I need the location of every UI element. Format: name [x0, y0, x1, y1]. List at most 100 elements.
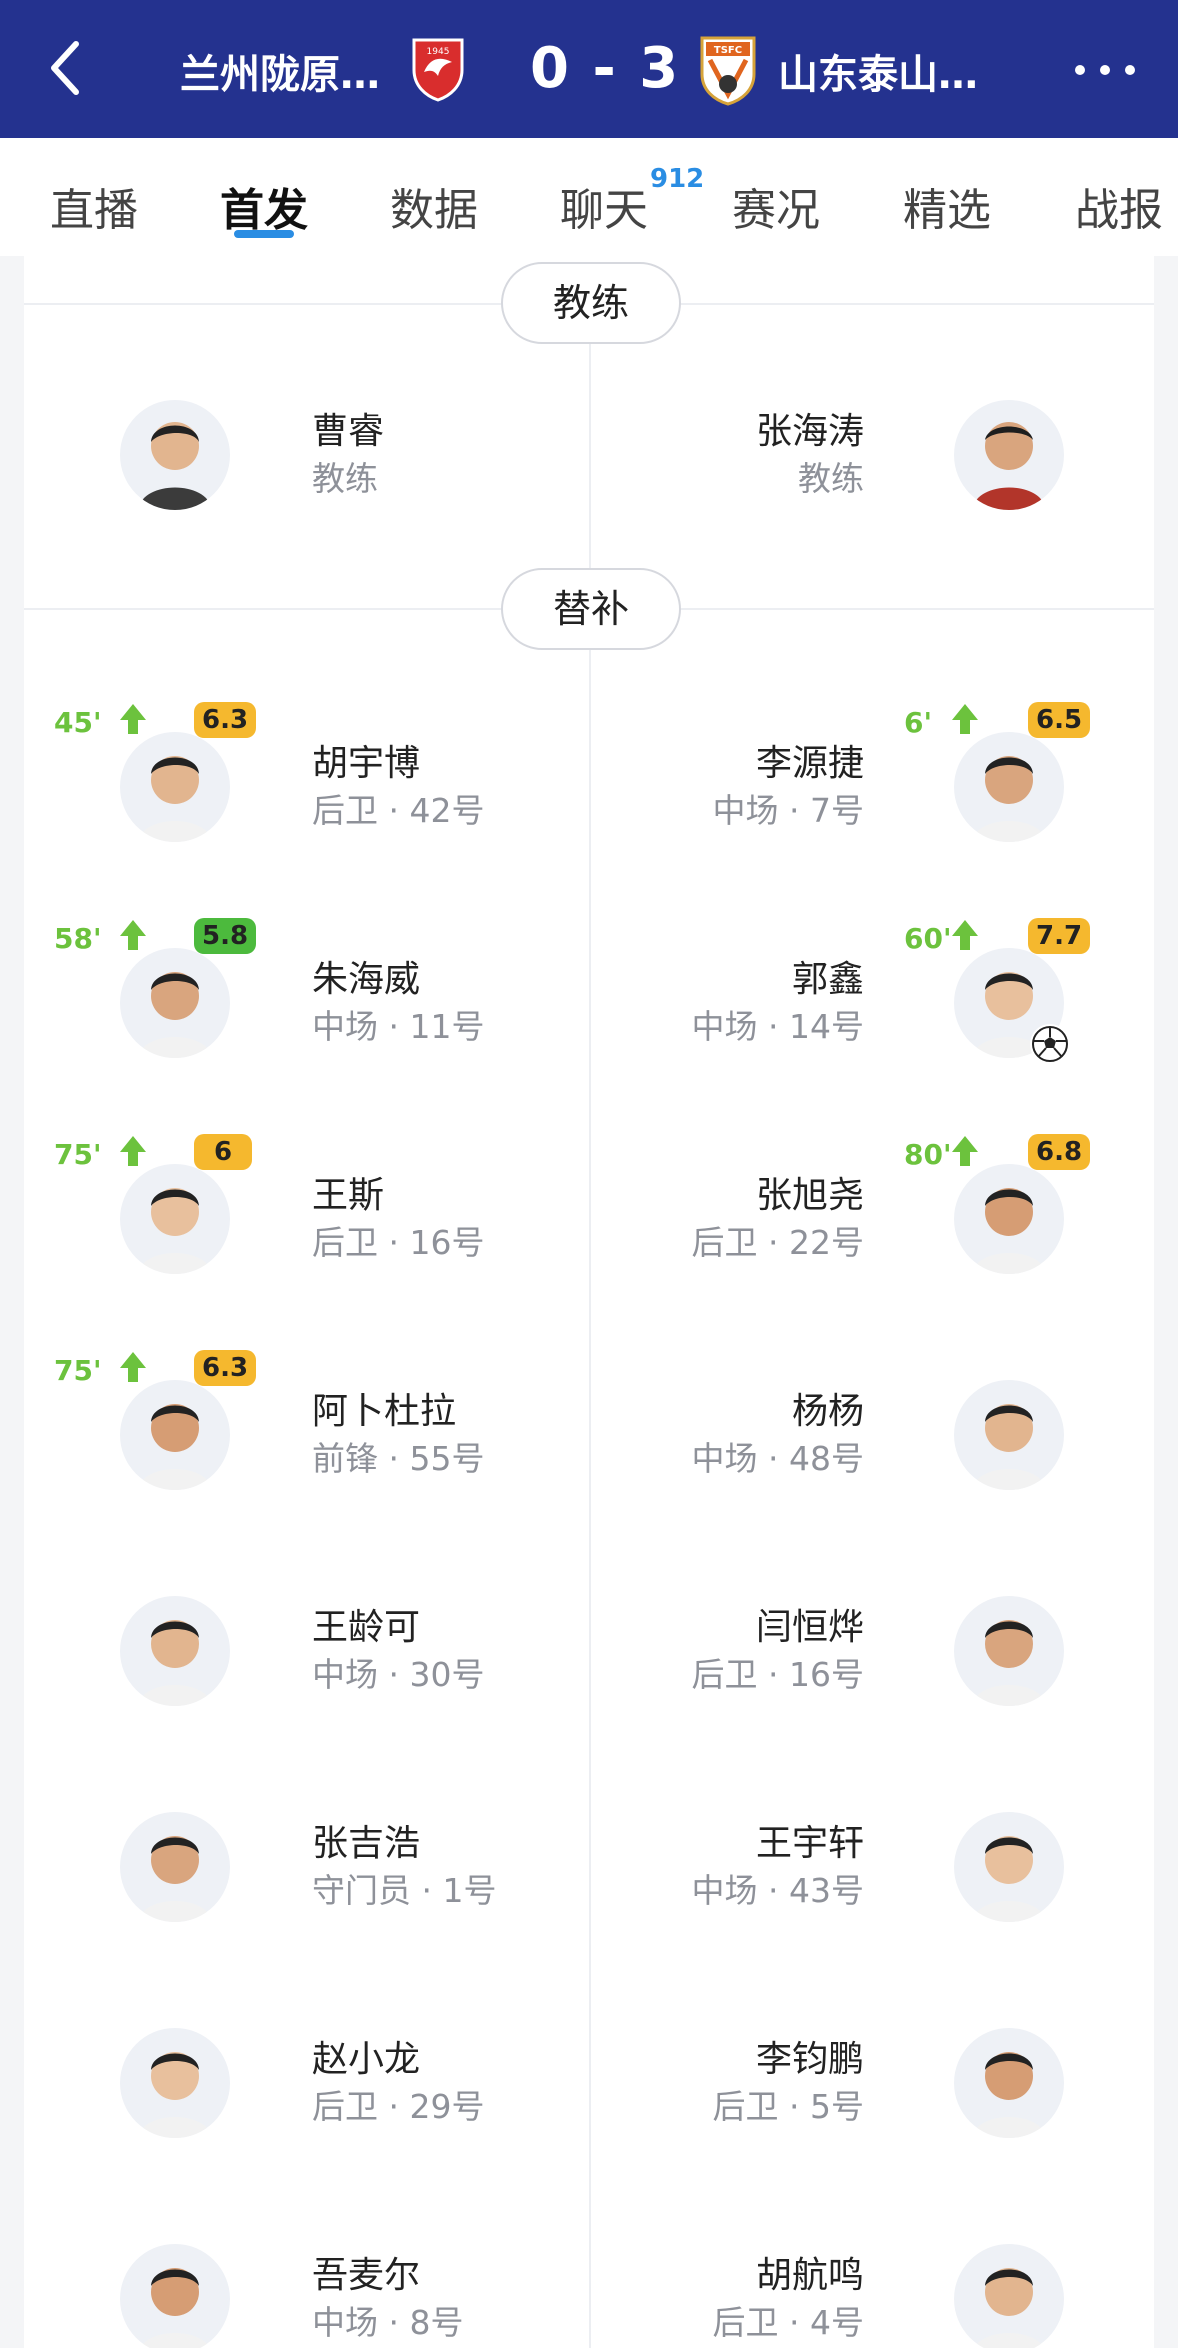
home-sub-name: 张吉浩	[312, 1823, 421, 1864]
home-logo-text: 1945	[427, 47, 450, 57]
away-sub-minute: 60'	[904, 922, 952, 955]
sub-in-arrow	[118, 1134, 148, 1168]
away-sub-position: 中场 · 14号	[691, 1007, 864, 1046]
away-sub-name: 闫恒烨	[755, 1607, 864, 1648]
home-sub-avatar[interactable]	[120, 1812, 230, 1922]
tab-match-status[interactable]: 赛况	[732, 174, 820, 238]
away-coach-role: 教练	[798, 459, 864, 498]
tab-bar: 直播 首发 数据 聊天 912 赛况 精选 战报	[0, 138, 1178, 256]
tab-chat[interactable]: 聊天 912	[560, 164, 704, 238]
chat-count-badge: 912	[650, 164, 705, 194]
home-sub-rating-badge: 6.3	[194, 702, 257, 738]
away-sub-position: 后卫 · 5号	[712, 2087, 864, 2126]
home-sub-position: 守门员 · 1号	[312, 1871, 497, 1910]
away-sub-position: 中场 · 7号	[712, 791, 864, 830]
away-sub-position: 中场 · 43号	[691, 1871, 864, 1910]
away-sub-rating-badge: 7.7	[1028, 918, 1091, 954]
arrow-up-icon	[952, 1136, 978, 1166]
home-sub-avatar[interactable]	[120, 1380, 230, 1490]
home-sub-avatar[interactable]	[120, 2028, 230, 2138]
away-sub-avatar[interactable]	[954, 1812, 1064, 1922]
home-sub-position: 中场 · 11号	[312, 1007, 485, 1046]
sub-in-arrow	[950, 918, 980, 952]
home-sub-position: 中场 · 8号	[312, 2303, 464, 2342]
match-header: 兰州陇原… 1945 0 - 3 TSFC 山东泰山…	[0, 0, 1178, 138]
home-coach-name: 曹睿	[312, 411, 385, 452]
away-sub-avatar[interactable]	[954, 1380, 1064, 1490]
away-sub-name: 杨杨	[791, 1391, 864, 1432]
home-sub-rating-badge: 6	[194, 1134, 252, 1170]
away-sub-name: 张旭尧	[755, 1175, 864, 1216]
arrow-up-icon	[952, 920, 978, 950]
home-sub-avatar[interactable]	[120, 1596, 230, 1706]
tab-report[interactable]: 战报	[1075, 174, 1163, 238]
tab-lineup[interactable]: 首发	[220, 174, 308, 238]
away-sub-name: 胡航鸣	[755, 2255, 864, 2296]
home-sub-minute: 75'	[54, 1354, 102, 1387]
home-sub-name: 赵小龙	[312, 2039, 421, 2080]
sub-in-arrow	[950, 702, 980, 736]
home-team-logo[interactable]: 1945	[410, 36, 466, 102]
away-sub-avatar[interactable]	[954, 732, 1064, 842]
away-team-name[interactable]: 山东泰山…	[778, 42, 978, 100]
away-sub-position: 后卫 · 22号	[691, 1223, 864, 1262]
away-sub-avatar[interactable]	[954, 1164, 1064, 1274]
match-score: 0 - 3	[530, 36, 681, 101]
sub-in-arrow	[118, 702, 148, 736]
home-sub-name: 阿卜杜拉	[312, 1391, 457, 1432]
home-sub-position: 后卫 · 16号	[312, 1223, 485, 1262]
home-sub-rating-badge: 5.8	[194, 918, 257, 954]
arrow-up-icon	[120, 1136, 146, 1166]
home-sub-name: 吾麦尔	[312, 2255, 421, 2296]
away-sub-position: 后卫 · 4号	[712, 2303, 864, 2342]
sub-in-arrow	[950, 1134, 980, 1168]
away-coach-avatar[interactable]	[954, 400, 1064, 510]
away-sub-avatar[interactable]	[954, 1596, 1064, 1706]
home-sub-name: 朱海威	[312, 959, 421, 1000]
home-sub-minute: 45'	[54, 706, 102, 739]
arrow-up-icon	[120, 704, 146, 734]
home-team-name[interactable]: 兰州陇原…	[180, 42, 380, 100]
away-sub-name: 郭鑫	[791, 959, 864, 1000]
home-sub-avatar[interactable]	[120, 1164, 230, 1274]
lineup-card: 教练 曹睿 教练 张海涛 教练 替补 胡宇博 后卫 · 42号 45' 6.3 朱海威中…	[24, 256, 1154, 2348]
home-sub-position: 前锋 · 55号	[312, 1439, 485, 1478]
active-tab-indicator	[234, 230, 294, 238]
away-sub-minute: 80'	[904, 1138, 952, 1171]
away-sub-position: 中场 · 48号	[691, 1439, 864, 1478]
home-sub-avatar[interactable]	[120, 948, 230, 1058]
away-team-logo[interactable]: TSFC	[698, 34, 758, 106]
more-button[interactable]	[1070, 50, 1140, 90]
away-sub-avatar[interactable]	[954, 2244, 1064, 2348]
home-sub-rating-badge: 6.3	[194, 1350, 257, 1386]
away-sub-name: 李钧鹏	[755, 2039, 864, 2080]
away-sub-rating-badge: 6.8	[1028, 1134, 1091, 1170]
tab-live[interactable]: 直播	[50, 174, 138, 238]
home-sub-name: 胡宇博	[312, 743, 421, 784]
home-sub-position: 中场 · 30号	[312, 1655, 485, 1694]
arrow-up-icon	[120, 920, 146, 950]
away-logo-text: TSFC	[714, 45, 742, 56]
home-sub-position: 后卫 · 42号	[312, 791, 485, 830]
home-sub-minute: 75'	[54, 1138, 102, 1171]
goal-marker	[1030, 1024, 1070, 1064]
away-sub-name: 李源捷	[755, 743, 864, 784]
soccer-ball-icon	[1032, 1026, 1068, 1062]
home-sub-avatar[interactable]	[120, 732, 230, 842]
home-sub-name: 王斯	[312, 1175, 385, 1216]
home-coach-avatar[interactable]	[120, 400, 230, 510]
sub-in-arrow	[118, 1350, 148, 1384]
home-coach-role: 教练	[312, 459, 378, 498]
back-button[interactable]	[38, 38, 98, 98]
home-sub-position: 后卫 · 29号	[312, 2087, 485, 2126]
coach-section-title: 教练	[501, 262, 681, 344]
home-sub-avatar[interactable]	[120, 2244, 230, 2348]
tab-highlights[interactable]: 精选	[903, 174, 991, 238]
away-sub-rating-badge: 6.5	[1028, 702, 1091, 738]
away-sub-avatar[interactable]	[954, 2028, 1064, 2138]
arrow-up-icon	[120, 1352, 146, 1382]
home-sub-minute: 58'	[54, 922, 102, 955]
away-coach-name: 张海涛	[755, 411, 864, 452]
tab-stats[interactable]: 数据	[390, 174, 478, 238]
away-sub-name: 王宇轩	[755, 1823, 864, 1864]
